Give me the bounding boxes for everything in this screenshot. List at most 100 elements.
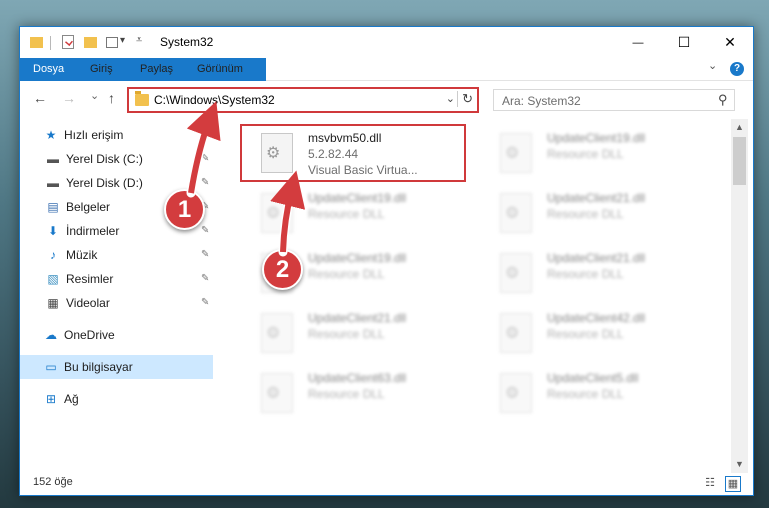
sidebar-item[interactable]: ▦ Videolar ✎ [20,291,213,315]
sidebar-item[interactable]: ▭ Bu bilgisayar [20,355,213,379]
music-icon: ♪ [50,248,56,262]
address-bar[interactable]: C:\Windows\System32 ⌄ ↻ [127,87,479,113]
folder-icon [135,91,149,106]
ribbon-tabs: Dosya Giriş Paylaş Görünüm ⌄ ? [20,58,753,114]
sidebar-item[interactable]: ▬ Yerel Disk (C:) ✎ [20,147,213,171]
sidebar-item[interactable]: ☁ OneDrive [20,323,213,347]
gear-icon: ⚙ [505,385,520,402]
tab-giris[interactable]: Giriş [83,58,120,80]
window-title: System32 [160,35,214,49]
ribbon-expand-icon[interactable]: ⌄ [708,59,717,72]
large-icons-view-icon[interactable]: ▦ [725,476,741,492]
pin-icon: ✎ [201,297,210,308]
file-type: Resource DLL [308,207,385,221]
tab-gorunum[interactable]: Görünüm [190,58,250,80]
sidebar-item-label: Yerel Disk (D:) [66,176,143,190]
search-icon: ⚲ [718,92,728,107]
file-name: UpdateClient42.dll [547,311,646,325]
forward-button[interactable]: → [62,90,76,106]
refresh-button[interactable]: ↻ [457,91,473,107]
search-input[interactable]: Ara: System32 [502,94,581,108]
star-icon: ★ [45,128,57,142]
drive-icon: ▬ [47,176,59,190]
title-bar: ▾ ⩡ System32 — ☐ ✕ [20,27,753,58]
quick-access-dropdown-icon[interactable]: ▾ [120,35,125,51]
file-name: UpdateClient21.dll [547,191,646,205]
properties-icon[interactable] [62,35,74,49]
file-explorer-window: ▾ ⩡ System32 — ☐ ✕ Dosya Giriş Paylaş Gö… [19,26,754,496]
details-view-icon[interactable]: ☷ [703,476,717,490]
new-folder-icon[interactable] [84,37,97,48]
sidebar-item-label: Bu bilgisayar [64,360,133,374]
gear-icon: ⚙ [266,385,281,402]
navigation-bar: ← → ⌄ ↑ C:\Windows\System32 ⌄ ↻ Ara: Sys… [20,81,753,119]
folder-icon [30,37,43,48]
computer-icon: ▭ [45,360,57,374]
file-name: UpdateClient19.dll [308,191,407,205]
file-item[interactable]: ⚙ UpdateClient21.dll Resource DLL [253,305,473,361]
file-type: Resource DLL [547,327,624,341]
gear-icon: ⚙ [505,265,520,282]
sidebar-item-label: Yerel Disk (C:) [66,152,143,166]
pin-icon: ✎ [201,177,210,188]
gear-icon: ⚙ [266,205,281,222]
file-item[interactable]: ⚙ UpdateClient42.dll Resource DLL [492,305,712,361]
cloud-icon: ☁ [45,328,57,342]
up-button[interactable]: ↑ [108,90,115,106]
file-type: Resource DLL [308,267,385,281]
scroll-down-icon[interactable]: ▼ [735,459,744,469]
file-type: Resource DLL [547,147,624,161]
tab-paylas[interactable]: Paylaş [133,58,180,80]
file-type: Resource DLL [308,387,385,401]
help-icon[interactable]: ? [730,62,744,76]
pin-icon: ✎ [201,273,210,284]
file-name: UpdateClient19.dll [308,251,407,265]
sidebar-item-label: İndirmeler [66,224,120,238]
file-item[interactable]: ⚙ UpdateClient21.dll Resource DLL [492,245,712,301]
address-dropdown-icon[interactable]: ⌄ [446,92,455,105]
vertical-scrollbar[interactable]: ▲ ▼ [731,119,748,473]
sidebar-item-label: Müzik [66,248,98,262]
sidebar-item-label: Ağ [64,392,79,406]
file-item[interactable]: ⚙ UpdateClient21.dll Resource DLL [492,185,712,241]
maximize-button[interactable]: ☐ [661,27,707,58]
customize-icon[interactable] [106,37,118,48]
address-path[interactable]: C:\Windows\System32 [154,93,275,107]
sidebar-item[interactable]: ★ Hızlı erişim [20,123,213,147]
document-icon: ▤ [47,200,59,214]
search-box[interactable]: Ara: System32 ⚲ [493,89,735,111]
scrollbar-thumb[interactable] [733,137,746,185]
minimize-button[interactable]: — [615,27,661,58]
pictures-icon: ▧ [47,272,59,286]
callout-1: 1 [164,189,205,230]
sidebar-item[interactable]: ⊞ Ağ [20,387,213,411]
file-item[interactable]: ⚙ UpdateClient19.dll Resource DLL [492,125,712,181]
network-icon: ⊞ [45,392,57,406]
pin-icon: ✎ [201,153,210,164]
sidebar-item-label: Videolar [66,296,110,310]
file-name: UpdateClient19.dll [547,131,646,145]
file-item[interactable]: ⚙ UpdateClient5.dll Resource DLL [492,365,712,421]
file-type: Resource DLL [547,387,624,401]
drive-icon: ▬ [47,152,59,166]
close-button[interactable]: ✕ [707,27,753,58]
item-count: 152 öğe [33,476,73,488]
back-button[interactable]: ← [33,90,47,106]
sidebar-item[interactable]: ♪ Müzik ✎ [20,243,213,267]
scroll-up-icon[interactable]: ▲ [735,122,744,132]
download-icon: ⬇ [47,224,59,238]
file-name: UpdateClient5.dll [547,371,639,385]
toolbar-menu-icon[interactable]: ⩡ [136,34,142,50]
file-item[interactable]: ⚙ UpdateClient19.dll Resource DLL [253,185,473,241]
video-icon: ▦ [47,296,59,310]
gear-icon: ⚙ [266,325,281,342]
file-name: UpdateClient63.dll [308,371,407,385]
file-item[interactable]: ⚙ UpdateClient63.dll Resource DLL [253,365,473,421]
gear-icon: ⚙ [505,145,520,162]
separator [50,36,51,50]
file-type: Resource DLL [308,327,385,341]
sidebar-item[interactable]: ▧ Resimler ✎ [20,267,213,291]
callout-2: 2 [262,249,303,290]
file-type: Resource DLL [547,267,624,281]
recent-locations-button[interactable]: ⌄ [90,89,99,102]
